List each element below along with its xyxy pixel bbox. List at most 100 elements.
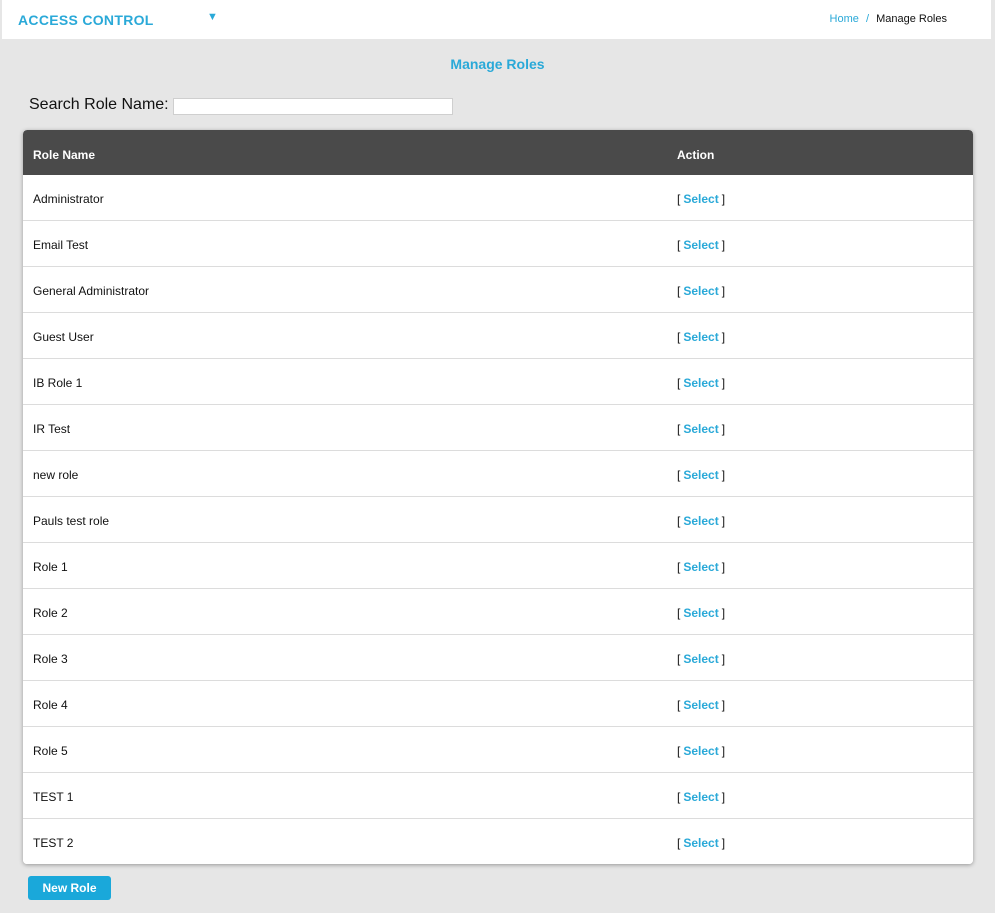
bracket-close: ] [721, 652, 726, 666]
action-cell: [Select] [677, 422, 725, 436]
bracket-close: ] [721, 422, 726, 436]
table-row: IB Role 1 [Select] [23, 359, 973, 405]
bracket-open: [ [677, 790, 681, 804]
action-cell: [Select] [677, 652, 725, 666]
select-link[interactable]: Select [683, 698, 718, 712]
role-name-cell: new role [33, 468, 79, 482]
select-link[interactable]: Select [683, 330, 718, 344]
select-link[interactable]: Select [683, 744, 718, 758]
action-cell: [Select] [677, 606, 725, 620]
role-name-cell: TEST 1 [33, 790, 74, 804]
bracket-open: [ [677, 192, 681, 206]
select-link[interactable]: Select [683, 468, 718, 482]
action-cell: [Select] [677, 560, 725, 574]
role-name-cell: Role 1 [33, 560, 68, 574]
bracket-open: [ [677, 836, 681, 850]
role-name-cell: Administrator [33, 192, 104, 206]
action-cell: [Select] [677, 698, 725, 712]
action-cell: [Select] [677, 376, 725, 390]
select-link[interactable]: Select [683, 422, 718, 436]
table-body: Administrator[Select] Email Test[Select] G… [23, 175, 973, 864]
role-name-cell: Role 2 [33, 606, 68, 620]
action-cell: [Select] [677, 514, 725, 528]
page-title: Manage Roles [450, 56, 545, 72]
table-row: Role 1 [Select] [23, 543, 973, 589]
bracket-open: [ [677, 376, 681, 390]
bracket-open: [ [677, 468, 681, 482]
bracket-close: ] [721, 192, 726, 206]
action-cell: [Select] [677, 330, 725, 344]
bracket-open: [ [677, 284, 681, 298]
bracket-close: ] [721, 284, 726, 298]
bracket-open: [ [677, 606, 681, 620]
table-row: Guest User [Select] [23, 313, 973, 359]
action-cell: [Select] [677, 468, 725, 482]
role-name-cell: Role 3 [33, 652, 68, 666]
bracket-close: ] [721, 560, 726, 574]
role-name-cell: Pauls test role [33, 514, 110, 528]
table-row: Role 2 [Select] [23, 589, 973, 635]
table-row: TEST 2 [Select] [23, 819, 973, 864]
select-link[interactable]: Select [683, 514, 718, 528]
breadcrumb: Home / Manage Roles [830, 13, 947, 25]
bracket-open: [ [677, 422, 681, 436]
bracket-close: ] [721, 790, 726, 804]
select-link[interactable]: Select [683, 192, 718, 206]
table-row: new role [Select] [23, 451, 973, 497]
bracket-open: [ [677, 238, 681, 252]
chevron-down-icon[interactable]: ▼ [207, 11, 218, 23]
bracket-open: [ [677, 560, 681, 574]
column-header-role-name: Role Name [33, 148, 96, 162]
roles-table: Role Name Action Administrator[Select] Em… [23, 130, 973, 864]
bracket-open: [ [677, 744, 681, 758]
role-name-cell: Email Test [33, 238, 89, 252]
role-name-cell: Role 5 [33, 744, 68, 758]
table-row: General Administrator [Select] [23, 267, 973, 313]
search-label: Search Role Name: [29, 96, 169, 113]
bracket-open: [ [677, 652, 681, 666]
select-link[interactable]: Select [683, 560, 718, 574]
role-name-cell: IR Test [33, 422, 71, 436]
search-role-name-input[interactable] [173, 98, 453, 115]
table-row: Role 5 [Select] [23, 727, 973, 773]
select-link[interactable]: Select [683, 790, 718, 804]
select-link[interactable]: Select [683, 836, 718, 850]
select-link[interactable]: Select [683, 376, 718, 390]
bracket-close: ] [721, 468, 726, 482]
table-header: Role Name Action [23, 130, 973, 175]
select-link[interactable]: Select [683, 284, 718, 298]
action-cell: [Select] [677, 790, 725, 804]
bracket-open: [ [677, 514, 681, 528]
role-name-cell: Guest User [33, 330, 94, 344]
app-title[interactable]: ACCESS CONTROL [18, 12, 154, 28]
action-cell: [Select] [677, 284, 725, 298]
bracket-close: ] [721, 836, 726, 850]
select-link[interactable]: Select [683, 652, 718, 666]
breadcrumb-separator: / [865, 13, 869, 25]
table-row: Email Test [Select] [23, 221, 973, 267]
bracket-close: ] [721, 376, 726, 390]
bracket-close: ] [721, 606, 726, 620]
new-role-button[interactable]: New Role [28, 876, 111, 900]
role-name-cell: TEST 2 [33, 836, 74, 850]
breadcrumb-current: Manage Roles [876, 13, 947, 25]
table-row: Role 4 [Select] [23, 681, 973, 727]
select-link[interactable]: Select [683, 606, 718, 620]
action-cell: [Select] [677, 192, 725, 206]
bracket-close: ] [721, 238, 726, 252]
top-bar: ACCESS CONTROL ▼ Home / Manage Roles [2, 0, 991, 39]
select-link[interactable]: Select [683, 238, 718, 252]
action-cell: [Select] [677, 836, 725, 850]
bracket-close: ] [721, 698, 726, 712]
bracket-close: ] [721, 514, 726, 528]
bracket-open: [ [677, 330, 681, 344]
role-name-cell: IB Role 1 [33, 376, 83, 390]
role-name-cell: Role 4 [33, 698, 68, 712]
bracket-close: ] [721, 744, 726, 758]
role-name-cell: General Administrator [33, 284, 150, 298]
action-cell: [Select] [677, 238, 725, 252]
table-row: TEST 1 [Select] [23, 773, 973, 819]
breadcrumb-home-link[interactable]: Home [830, 13, 859, 25]
column-header-action: Action [677, 148, 715, 162]
table-row: IR Test [Select] [23, 405, 973, 451]
